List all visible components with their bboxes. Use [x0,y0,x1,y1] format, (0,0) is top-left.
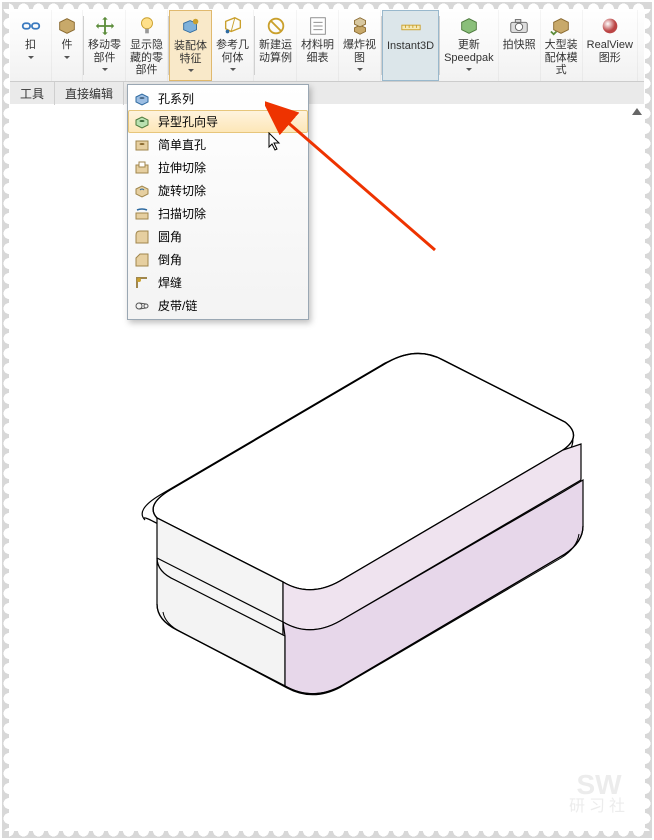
extrude-cut-icon [134,160,150,176]
ribbon-label: 材料明 细表 [301,39,334,64]
ribbon-btn-kou[interactable]: 扣 [10,10,52,81]
chevron-down-icon [230,68,236,71]
ribbon-btn-realview[interactable]: RealView 图形 [583,10,638,81]
menu-item-belt[interactable]: 皮带/链 [128,294,308,317]
chevron-down-icon [102,68,108,71]
part-icon [56,15,78,37]
ribbon-btn-exploded[interactable]: 爆炸视 图 [339,10,381,81]
assembly-feat-icon [180,16,202,38]
menu-label: 拉伸切除 [158,159,206,176]
menu-label: 孔系列 [158,90,194,107]
menu-label: 扫描切除 [158,205,206,222]
ribbon-btn-instant3d[interactable]: Instant3D [382,10,439,81]
ribbon-label: 装配体 特征 [174,40,207,65]
ribbon-btn-move-part[interactable]: 移动零 部件 [84,10,126,81]
menu-label: 旋转切除 [158,182,206,199]
chevron-down-icon [188,69,194,72]
menu-label: 焊缝 [158,274,182,291]
move-icon [94,15,116,37]
tab-strip: 工具 直接编辑 M [10,82,644,104]
ribbon-btn-large-asm[interactable]: 大型装 配体模 式 [541,10,583,81]
scroll-up-icon[interactable] [632,108,642,115]
camera-icon [508,15,530,37]
hole-series-icon [134,91,150,107]
chamfer-icon [134,252,150,268]
menu-label: 异型孔向导 [158,113,218,130]
link-icon [20,15,42,37]
cursor-icon [268,132,282,152]
menu-label: 圆角 [158,228,182,245]
menu-item-revolve-cut[interactable]: 旋转切除 [128,179,308,202]
sweep-cut-icon [134,206,150,222]
chevron-down-icon [466,68,472,71]
ribbon-label: Instant3D [387,40,434,53]
motion-icon [265,15,287,37]
ribbon-btn-jian[interactable]: 件 [52,10,83,81]
realview-icon [599,15,621,37]
chevron-down-icon [64,56,70,59]
revolve-cut-icon [134,183,150,199]
bulb-icon [136,15,158,37]
ribbon-label: 拍快照 [503,39,536,52]
ruler-icon [400,16,422,38]
ribbon-label: 大型装 配体模 式 [545,39,578,77]
watermark-line2: 研习社 [569,799,629,815]
exploded-icon [349,15,371,37]
large-asm-icon [550,15,572,37]
tab-direct-edit[interactable]: 直接编辑 [55,82,124,105]
chevron-down-icon [357,68,363,71]
menu-item-fillet[interactable]: 圆角 [128,225,308,248]
ribbon-btn-speedpak[interactable]: 更新 Speedpak [440,10,499,81]
bom-icon [307,15,329,37]
ribbon-btn-motion[interactable]: 新建运 动算例 [255,10,297,81]
ribbon-btn-ref-geom[interactable]: 参考几 何体 [212,10,254,81]
ribbon-btn-bom[interactable]: 材料明 细表 [297,10,339,81]
menu-label: 倒角 [158,251,182,268]
belt-icon [134,298,150,314]
ribbon-label: 件 [62,39,73,52]
ribbon-btn-asm-feature[interactable]: 装配体 特征 [169,10,212,81]
ribbon-label: 显示隐 藏的零 部件 [130,39,163,77]
ribbon-label: 扣 [25,39,36,52]
simple-hole-icon [134,137,150,153]
ref-geom-icon [222,15,244,37]
ribbon-label: 更新 Speedpak [444,39,494,64]
ribbon-label: 新建运 动算例 [259,39,292,64]
hole-wizard-icon [134,114,150,130]
model-viewport[interactable] [85,340,585,780]
tab-tools[interactable]: 工具 [10,82,55,105]
ribbon-toolbar: 扣 件 移动零 部件 显示隐 藏的零 部件 装配体 特征 参考几 何体 新建运 … [10,10,644,82]
menu-label: 皮带/链 [158,297,197,314]
menu-item-weld[interactable]: 焊缝 [128,271,308,294]
ribbon-label: RealView 图形 [587,39,633,64]
menu-item-chamfer[interactable]: 倒角 [128,248,308,271]
watermark-line1: SW [569,771,629,799]
chevron-down-icon [28,56,34,59]
watermark: SW 研习社 [569,771,629,815]
fillet-icon [134,229,150,245]
weld-icon [134,275,150,291]
menu-item-hole-wizard[interactable]: 异型孔向导 [128,110,308,133]
menu-item-hole-series[interactable]: 孔系列 [128,87,308,110]
ribbon-label: 参考几 何体 [216,39,249,64]
menu-item-sweep-cut[interactable]: 扫描切除 [128,202,308,225]
ribbon-label: 爆炸视 图 [343,39,376,64]
menu-item-extrude-cut[interactable]: 拉伸切除 [128,156,308,179]
asm-feature-menu: 孔系列 异型孔向导 简单直孔 拉伸切除 旋转切除 扫描切除 圆角 倒角 焊缝 皮… [127,84,309,320]
speedpak-icon [458,15,480,37]
ribbon-btn-show-hide[interactable]: 显示隐 藏的零 部件 [126,10,168,81]
ribbon-btn-snapshot[interactable]: 拍快照 [499,10,541,81]
menu-label: 简单直孔 [158,136,206,153]
ribbon-label: 移动零 部件 [88,39,121,64]
